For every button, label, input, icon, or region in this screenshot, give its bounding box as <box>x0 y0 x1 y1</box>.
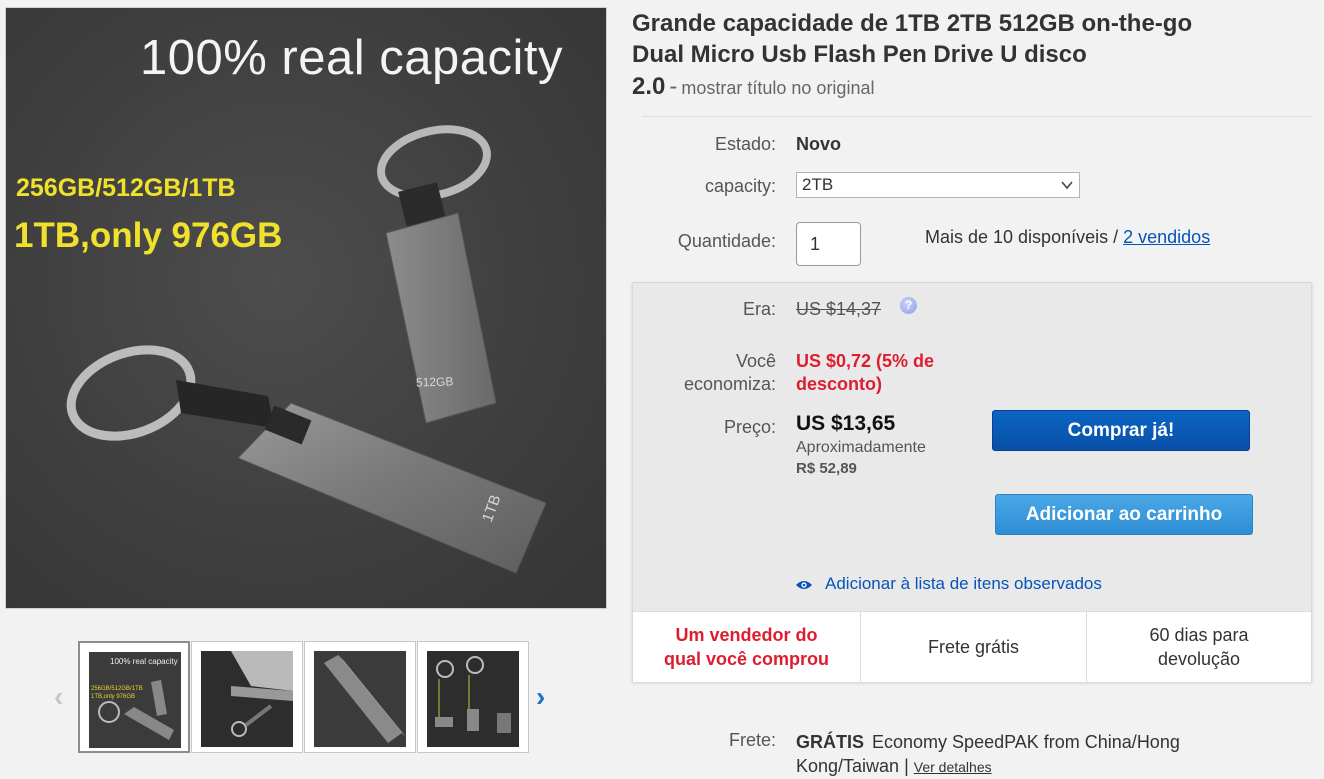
approx-label: Aproximadamente <box>796 439 926 456</box>
price-label: Preço: <box>723 417 776 437</box>
listing-title-line1: Grande capacidade de 1TB 2TB 512GB on-th… <box>632 10 1193 37</box>
image-caption-capacity: 100% real capacity <box>140 31 564 85</box>
capacity-label: capacity: <box>704 176 776 196</box>
price-value: US $13,65 <box>796 412 896 435</box>
title-original-row: 2.0- mostrar título no original <box>632 73 874 101</box>
was-price: US $14,37 <box>796 299 882 319</box>
help-icon[interactable]: ? <box>900 297 917 314</box>
shipping-label: Frete: <box>728 730 776 750</box>
feature-free-shipping: Frete grátis <box>861 612 1087 682</box>
add-to-watchlist-label: Adicionar à lista de itens observados <box>825 574 1102 593</box>
flash-drive-illustration <box>66 125 547 574</box>
buy-now-button[interactable]: Comprar já! <box>992 410 1250 451</box>
title-separator: - <box>669 73 678 100</box>
svg-text:1TB,only 976GB: 1TB,only 976GB <box>91 694 135 700</box>
approx-value: R$ 52,89 <box>796 460 857 477</box>
shipping-free: GRÁTIS <box>796 732 865 752</box>
quantity-label: Quantidade: <box>677 231 776 251</box>
listing-title-line2: Dual Micro Usb Flash Pen Drive U disco <box>632 41 1087 68</box>
thumbnail-4[interactable] <box>417 641 529 753</box>
thumbnail-3[interactable] <box>304 641 416 753</box>
savings-label-line2: economiza: <box>683 374 776 394</box>
thumbnail-1[interactable]: 100% real capacity 256GB/512GB/1TB 1TB,o… <box>78 641 190 753</box>
savings-value-line1: US $0,72 (5% de <box>796 351 935 371</box>
condition-value: Novo <box>796 134 841 154</box>
availability-count: Mais de 10 disponíveis / <box>925 227 1119 247</box>
feature-seller-line1: Um vendedor do <box>675 625 818 645</box>
image-caption-only: 1TB,only 976GB <box>14 216 283 255</box>
shipping-method-line1: Economy SpeedPAK from China/Hong <box>872 732 1180 752</box>
image-caption-sizes: 256GB/512GB/1TB <box>16 174 236 202</box>
shipping-info: GRÁTIS Economy SpeedPAK from China/Hong K… <box>796 730 1266 779</box>
savings-value: US $0,72 (5% de desconto) <box>796 350 934 396</box>
svg-text:256GB/512GB/1TB: 256GB/512GB/1TB <box>91 686 143 692</box>
eye-icon <box>796 580 812 589</box>
feature-seller-line2: qual você comprou <box>663 649 830 669</box>
was-label: Era: <box>742 299 776 319</box>
feature-seller: Um vendedor do qual você comprou <box>633 612 861 682</box>
thumbnail-2[interactable] <box>191 641 303 753</box>
shipping-method-line2: Kong/Taiwan | <box>796 756 909 776</box>
feature-returns: 60 dias para devolução <box>1087 612 1311 682</box>
capacity-select[interactable]: 2TB <box>796 172 1080 198</box>
availability-text: Mais de 10 disponíveis / 2 vendidos <box>925 227 1210 248</box>
thumbnail-strip: ‹ 100% real capacity 256GB/512GB/1TB 1TB… <box>52 641 557 756</box>
add-to-watchlist-link[interactable]: Adicionar à lista de itens observados <box>795 574 1102 594</box>
show-original-title-link[interactable]: mostrar título no original <box>681 78 874 98</box>
title-divider <box>642 116 1313 117</box>
feature-returns-line1: 60 dias para <box>1149 625 1249 645</box>
sold-count-link[interactable]: 2 vendidos <box>1123 227 1210 247</box>
chevron-down-icon <box>1061 181 1073 190</box>
thumbnail-next-icon[interactable]: › <box>536 681 545 713</box>
feature-returns-line2: devolução <box>1157 649 1241 669</box>
savings-label: Você economiza: <box>640 350 776 396</box>
savings-label-line1: Você <box>735 351 776 371</box>
condition-label: Estado: <box>714 134 776 154</box>
capacity-selected-value: 2TB <box>802 175 834 194</box>
feature-row: Um vendedor do qual você comprou Frete gr… <box>633 611 1311 682</box>
quantity-input[interactable]: 1 <box>796 222 861 266</box>
drive-label-512: 512GB <box>415 374 454 390</box>
savings-value-line2: desconto) <box>796 374 883 394</box>
listing-title-line3: 2.0 <box>632 73 666 100</box>
shipping-details-link[interactable]: Ver detalhes <box>914 759 992 775</box>
thumbnail-prev-icon[interactable]: ‹ <box>54 681 63 713</box>
add-to-cart-button[interactable]: Adicionar ao carrinho <box>995 494 1253 535</box>
listing-title: Grande capacidade de 1TB 2TB 512GB on-th… <box>632 8 1312 70</box>
main-product-image[interactable]: 100% real capacity 256GB/512GB/1TB 1TB,o… <box>5 7 607 609</box>
